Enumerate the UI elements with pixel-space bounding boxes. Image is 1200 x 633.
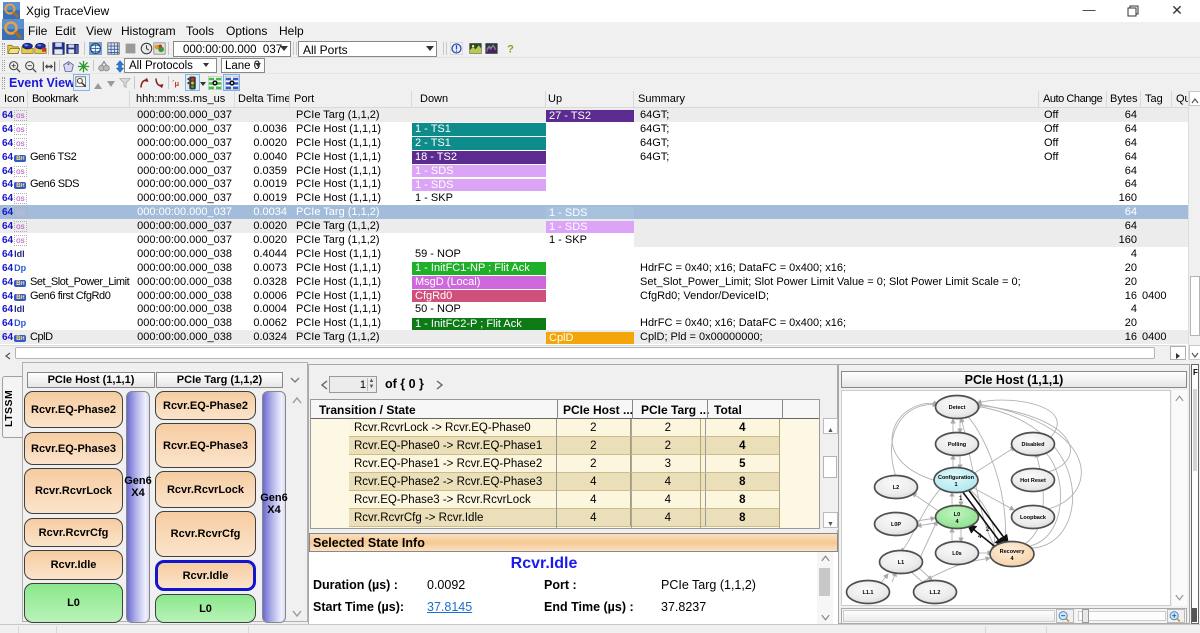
- svg-text:´μ: ´μ: [172, 79, 179, 88]
- svg-text:Hot Reset: Hot Reset: [1020, 478, 1046, 484]
- svg-text:1: 1: [954, 482, 957, 488]
- svg-text:L1.2: L1.2: [929, 590, 940, 596]
- svg-text:L0P: L0P: [891, 522, 901, 528]
- svg-text:L0: L0: [954, 512, 960, 518]
- svg-text:Polling: Polling: [948, 442, 966, 448]
- svg-text:1: 1: [959, 496, 963, 502]
- svg-text:Disabled: Disabled: [1022, 442, 1045, 448]
- svg-text:L0s: L0s: [952, 551, 961, 557]
- svg-text:L2: L2: [893, 485, 899, 491]
- svg-text:Recovery: Recovery: [1000, 549, 1026, 555]
- svg-text:Loopback: Loopback: [1020, 515, 1047, 521]
- svg-text:Configuration: Configuration: [938, 475, 975, 481]
- svg-text:?: ?: [507, 44, 514, 55]
- svg-text:L1.1: L1.1: [862, 590, 873, 596]
- svg-text:L1: L1: [898, 560, 904, 566]
- svg-text:Detect: Detect: [949, 405, 966, 411]
